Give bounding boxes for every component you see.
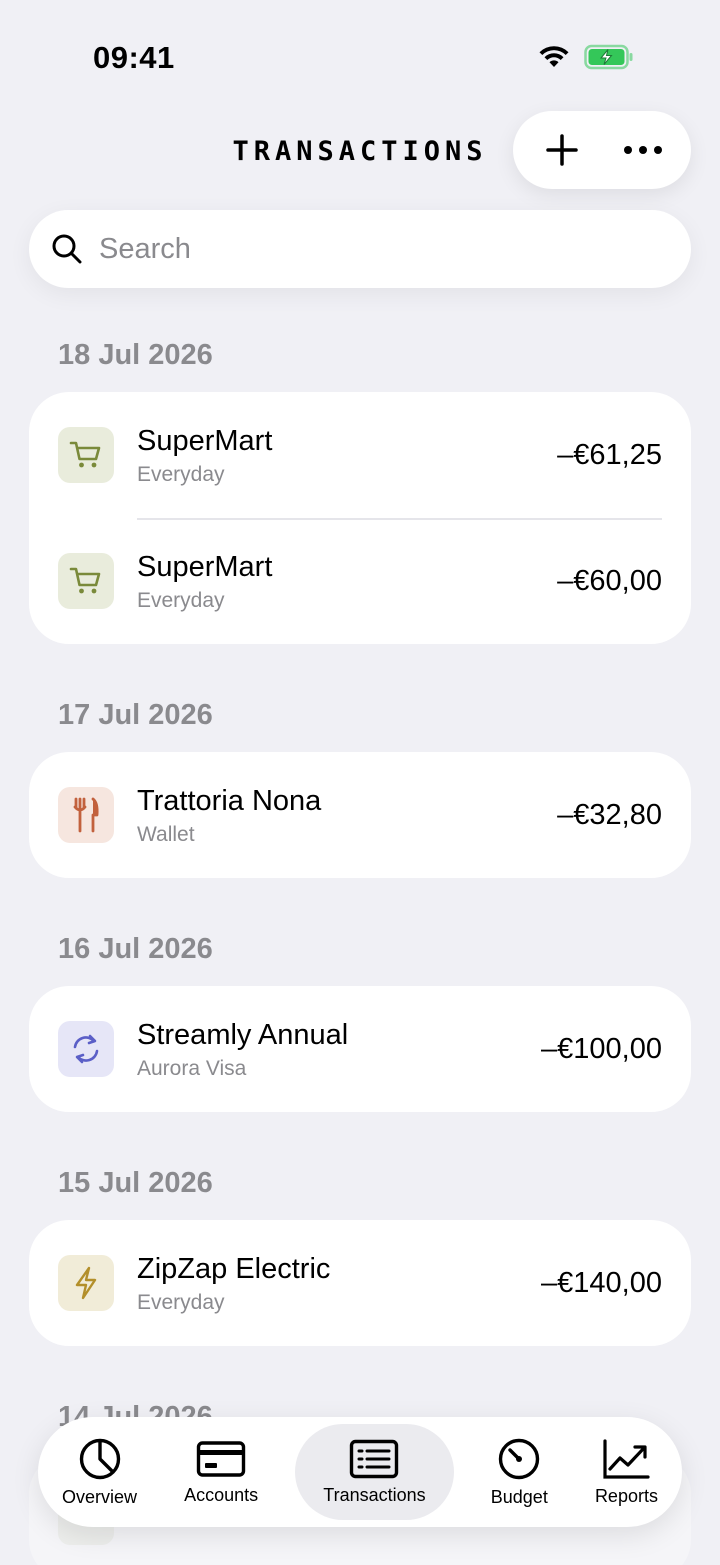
ellipsis-icon [623,146,662,154]
tab-label: Budget [490,1486,548,1507]
tab-overview[interactable]: Overview [52,1424,147,1520]
transaction-account: Everyday [137,463,225,486]
transaction-amount: –€32,80 [557,798,662,831]
transaction-group: ZipZap Electric Everyday –€140,00 [29,1220,691,1346]
tab-reports[interactable]: Reports [585,1424,668,1520]
bolt-icon [58,1255,114,1311]
gauge-icon [499,1438,540,1479]
status-time: 09:41 [93,40,175,75]
tab-label: Transactions [323,1484,426,1505]
search-input[interactable] [99,232,639,266]
status-bar: 09:41 [0,0,720,100]
transaction-name: Trattoria Nona [137,785,322,817]
trend-chart-icon [603,1438,651,1479]
transaction-name: SuperMart [137,425,273,457]
fork-knife-icon [58,787,114,843]
tab-bar: Overview Accounts Transactions Budget Re… [38,1417,682,1527]
pie-chart-icon [79,1438,120,1479]
cart-icon [58,553,114,609]
transaction-account: Wallet [137,823,195,846]
date-header: 17 Jul 2026 [58,699,213,731]
transaction-account: Aurora Visa [137,1057,247,1080]
wifi-icon [538,45,570,74]
transaction-amount: –€61,25 [557,438,662,471]
transaction-list: 18 Jul 2026 SuperMart Everyday –€61,25 S… [29,318,691,1565]
tab-label: Overview [62,1486,138,1507]
more-options-button[interactable] [611,118,675,182]
battery-icon [584,44,634,75]
tab-accounts[interactable]: Accounts [174,1424,268,1520]
transaction-row[interactable]: ZipZap Electric Everyday –€140,00 [29,1220,691,1346]
transaction-amount: –€140,00 [541,1266,662,1299]
header-actions [513,111,691,189]
search-icon [52,234,82,264]
date-header: 15 Jul 2026 [58,1167,213,1199]
date-header: 16 Jul 2026 [58,933,213,965]
tab-transactions[interactable]: Transactions [295,1424,454,1520]
list-icon [350,1439,399,1478]
cart-icon [58,427,114,483]
transaction-group: Streamly Annual Aurora Visa –€100,00 [29,986,691,1112]
transaction-row[interactable]: Trattoria Nona Wallet –€32,80 [29,752,691,878]
header: TRANSACTIONS [0,108,720,192]
status-icons [538,44,634,75]
transactions-screen: 09:41 TRANSACTIONS Search 18 Jul 2026 Su… [0,0,720,1565]
transaction-row[interactable]: SuperMart Everyday –€61,25 [29,392,691,518]
transaction-name: ZipZap Electric [137,1253,331,1285]
transaction-group: SuperMart Everyday –€61,25 SuperMart Eve… [29,392,691,644]
transaction-name: Streamly Annual [137,1019,349,1051]
transaction-amount: –€60,00 [557,564,662,597]
transaction-row[interactable]: SuperMart Everyday –€60,00 [29,518,691,644]
tab-label: Reports [594,1485,658,1506]
search-bar[interactable] [29,210,691,288]
date-header: 18 Jul 2026 [58,339,213,371]
transaction-amount: –€100,00 [541,1032,662,1065]
tab-budget[interactable]: Budget [481,1424,558,1520]
plus-icon [545,134,578,166]
refresh-icon [58,1021,114,1077]
add-transaction-button[interactable] [530,118,594,182]
transaction-group: Trattoria Nona Wallet –€32,80 [29,752,691,878]
tab-label: Accounts [184,1484,259,1505]
transaction-account: Everyday [137,1291,225,1314]
transaction-name: SuperMart [137,551,273,583]
transaction-account: Everyday [137,589,225,612]
card-icon [196,1440,246,1477]
transaction-row[interactable]: Streamly Annual Aurora Visa –€100,00 [29,986,691,1112]
